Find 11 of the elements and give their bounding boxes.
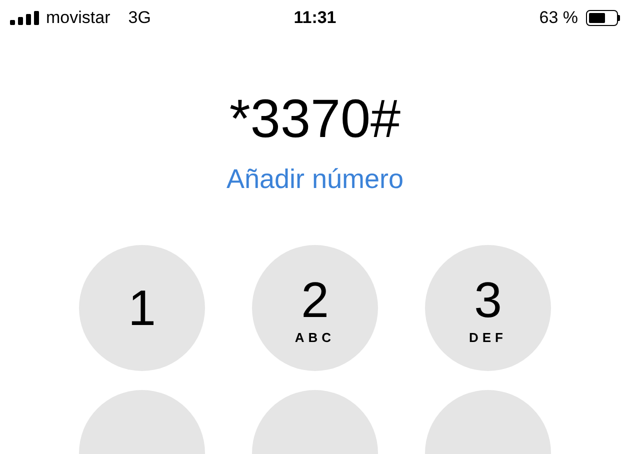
signal-icon [10,11,40,25]
network-type: 3G [128,7,151,30]
dialed-number: *3370# [229,92,401,146]
clock: 11:31 [294,7,336,30]
add-number-link[interactable]: Añadir número [226,166,404,193]
keypad-key[interactable]: 2 ABC [252,245,378,371]
keypad-key[interactable]: 3 DEF [425,245,551,371]
carrier-name: movistar [46,7,110,30]
keypad-key[interactable]: 1 [79,245,205,371]
battery-icon [586,10,620,26]
battery-percent: 63 % [539,7,578,30]
